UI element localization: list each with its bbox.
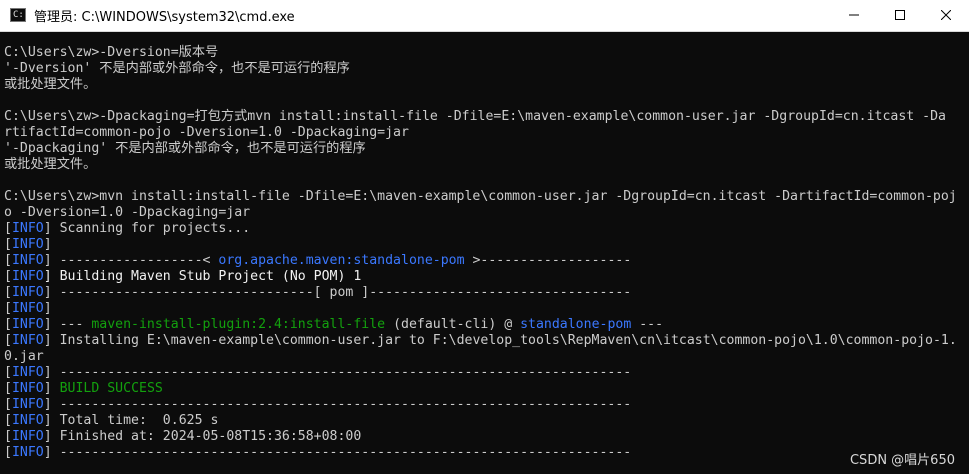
console-text: ] --------------------------------------… [43, 397, 632, 412]
console-text: INFO [11, 317, 44, 332]
console-line: '-Dpackaging' 不是内部或外部命令，也不是可运行的程序 [4, 141, 366, 157]
console-text: BUILD SUCCESS [59, 381, 163, 396]
console-text: [ [4, 221, 12, 236]
console-text: INFO [11, 253, 44, 268]
console-text: C:\Users\zw>-Dpackaging=打包方式mvn install:… [4, 109, 946, 124]
console-text: ] ------------------< [43, 253, 219, 268]
console-text: ] [43, 301, 52, 316]
console-text: [ [4, 317, 12, 332]
console-text: INFO [11, 381, 44, 396]
console-line: [INFO] --------------------------------[… [4, 285, 631, 301]
console-text: [ [4, 269, 12, 284]
console-text: [ [4, 237, 12, 252]
console-text: standalone-pom [520, 317, 632, 332]
console-text: 或批处理文件。 [4, 77, 97, 92]
console-line: C:\Users\zw>mvn install:install-file -Df… [4, 189, 957, 205]
console-line: [INFO] Finished at: 2024-05-08T15:36:58+… [4, 429, 361, 445]
console-line: [INFO] Installing E:\maven-example\commo… [4, 333, 957, 349]
console-line: [INFO] [4, 301, 52, 317]
console-text: ] Building Maven Stub Project (No POM) 1 [43, 269, 362, 284]
title-bar[interactable]: C: 管理员: C:\WINDOWS\system32\cmd.exe [0, 0, 969, 32]
console-text: [ [4, 397, 12, 412]
console-text: [ [4, 381, 12, 396]
console-text: INFO [11, 365, 44, 380]
console-text: INFO [11, 237, 44, 252]
console-text: ] Installing E:\maven-example\common-use… [43, 333, 957, 348]
console-text: [ [4, 301, 12, 316]
console-text: INFO [11, 221, 44, 236]
console-text: [ [4, 413, 12, 428]
console-text: C:\Users\zw>mvn install:install-file -Df… [4, 189, 957, 204]
console-text: >------------------- [464, 253, 632, 268]
console-text: --- [631, 317, 664, 332]
console-line: [INFO] Building Maven Stub Project (No P… [4, 269, 361, 285]
console-line: [INFO] ---------------------------------… [4, 365, 631, 381]
console-text: 0.jar [4, 349, 44, 364]
console-output[interactable]: C:\Users\zw>-Dversion=版本号 '-Dversion' 不是内… [0, 32, 969, 474]
close-icon [941, 10, 951, 20]
console-text: ] Finished at: 2024-05-08T15:36:58+08:00 [43, 429, 362, 444]
console-line: C:\Users\zw>-Dpackaging=打包方式mvn install:… [4, 109, 946, 125]
cmd-icon: C: [10, 8, 26, 22]
console-line: C:\Users\zw>-Dversion=版本号 [4, 45, 218, 61]
console-text: INFO [11, 413, 44, 428]
console-text: ] --------------------------------------… [43, 445, 632, 460]
console-text: INFO [11, 397, 44, 412]
console-line: 0.jar [4, 349, 44, 365]
console-line: rtifactId=common-pojo -Dversion=1.0 -Dpa… [4, 125, 409, 141]
console-text: '-Dpackaging' 不是内部或外部命令，也不是可运行的程序 [4, 141, 366, 156]
console-text: maven-install-plugin:2.4:install-file [91, 317, 386, 332]
window-title: 管理员: C:\WINDOWS\system32\cmd.exe [34, 10, 295, 25]
console-line: [INFO] ---------------------------------… [4, 445, 631, 461]
console-text: [ [4, 365, 12, 380]
console-text: C:\Users\zw>-Dversion=版本号 [4, 45, 219, 60]
console-line: [INFO] BUILD SUCCESS [4, 381, 163, 397]
console-line: '-Dversion' 不是内部或外部命令，也不是可运行的程序 [4, 61, 350, 77]
console-line: [INFO] Scanning for projects... [4, 221, 250, 237]
console-text: INFO [11, 429, 44, 444]
console-text: ] --------------------------------[ pom … [43, 285, 632, 300]
console-line: [INFO] [4, 237, 52, 253]
console-line: 或批处理文件。 [4, 157, 96, 173]
console-text: ] [43, 381, 60, 396]
console-text: [ [4, 285, 12, 300]
console-text: INFO [11, 333, 44, 348]
console-line: o -Dversion=1.0 -Dpackaging=jar [4, 205, 250, 221]
console-text: [ [4, 333, 12, 348]
maximize-button[interactable] [877, 0, 923, 31]
console-text: '-Dversion' 不是内部或外部命令，也不是可运行的程序 [4, 61, 350, 76]
console-line: [INFO] ---------------------------------… [4, 397, 631, 413]
minimize-icon [849, 14, 859, 16]
console-text: (default-cli) @ [385, 317, 521, 332]
console-text: [ [4, 253, 12, 268]
console-line: [INFO] --- maven-install-plugin:2.4:inst… [4, 317, 663, 333]
minimize-button[interactable] [831, 0, 877, 31]
console-text: ] Scanning for projects... [43, 221, 251, 236]
console-text: ] [43, 237, 52, 252]
console-text: INFO [11, 301, 44, 316]
console-text: ] Total time: 0.625 s [43, 413, 219, 428]
console-text: ] --------------------------------------… [43, 365, 632, 380]
console-text: 或批处理文件。 [4, 157, 97, 172]
console-text: o -Dversion=1.0 -Dpackaging=jar [4, 205, 251, 220]
console-text: rtifactId=common-pojo -Dversion=1.0 -Dpa… [4, 125, 409, 140]
csdn-watermark: CSDN @唱片650 [849, 453, 955, 468]
console-text: INFO [11, 285, 44, 300]
console-text: INFO [11, 269, 44, 284]
console-text: ] --- [43, 317, 92, 332]
maximize-icon [895, 10, 905, 20]
console-line: [INFO] ------------------< org.apache.ma… [4, 253, 631, 269]
console-text: [ [4, 429, 12, 444]
console-line: 或批处理文件。 [4, 77, 96, 93]
console-line: [INFO] Total time: 0.625 s [4, 413, 218, 429]
console-text: [ [4, 445, 12, 460]
close-button[interactable] [923, 0, 969, 31]
console-text: INFO [11, 445, 44, 460]
console-text: org.apache.maven:standalone-pom [218, 253, 465, 268]
